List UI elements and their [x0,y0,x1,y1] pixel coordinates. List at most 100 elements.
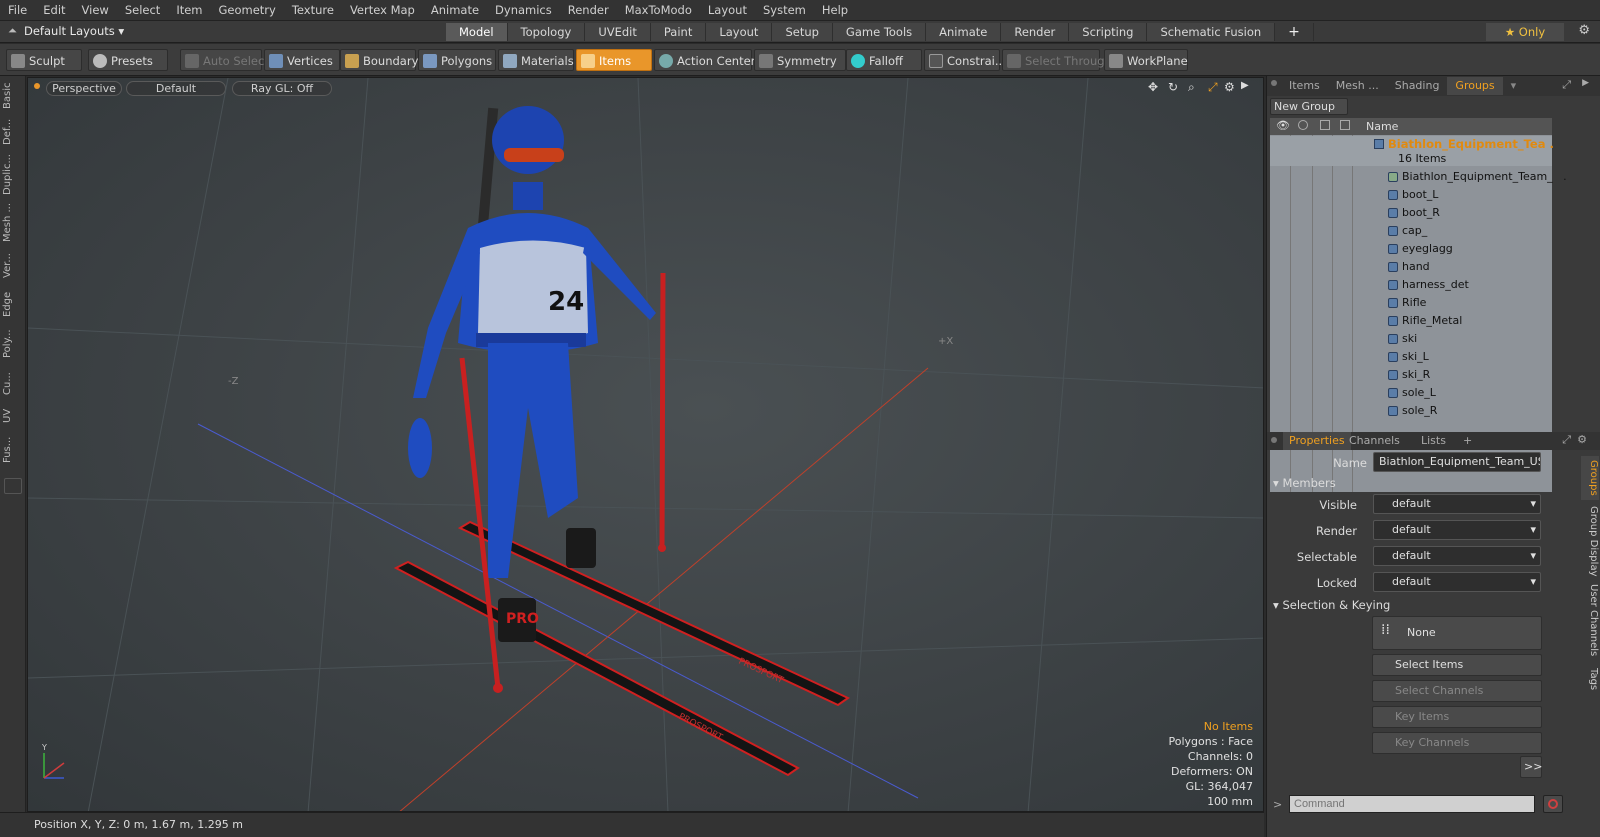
ltab-uv[interactable]: UV [2,404,24,428]
menu-select[interactable]: Select [117,3,168,17]
command-record-button[interactable] [1543,795,1563,813]
menu-view[interactable]: View [74,3,117,17]
member-row[interactable]: boot_R [1270,204,1552,222]
add-tab-icon[interactable]: + [1463,432,1472,450]
tabs-dropdown-icon[interactable]: ▾ [1503,77,1525,95]
menu-animate[interactable]: Animate [423,3,487,17]
key-items-button[interactable]: Key Items [1372,706,1542,728]
member-row[interactable]: Rifle_Metal [1270,312,1552,330]
vtab-group-display[interactable]: Group Display [1581,504,1599,578]
menu-vertex-map[interactable]: Vertex Map [342,3,423,17]
tab-mesh[interactable]: Mesh ... [1328,77,1387,95]
ltab-fusion[interactable]: Fus... [2,432,24,468]
menu-help[interactable]: Help [814,3,856,17]
member-row[interactable]: Rifle [1270,294,1552,312]
items-button[interactable]: Items [576,49,652,71]
ltab-edge[interactable]: Edge [2,288,24,320]
ltab-poly[interactable]: Poly... [2,324,24,364]
selection-none-button[interactable]: ⁞⁞ None [1372,616,1542,650]
menu-render[interactable]: Render [560,3,617,17]
selection-keying-section[interactable]: ▾ Selection & Keying [1273,598,1390,612]
presets-button[interactable]: Presets [88,49,168,71]
menu-geometry[interactable]: Geometry [211,3,284,17]
tab-game-tools[interactable]: Game Tools [832,23,927,41]
select-column-icon[interactable] [1320,120,1330,130]
action-center-button[interactable]: Action Center [654,49,755,71]
symmetry-button[interactable]: Symmetry [754,49,846,71]
members-section[interactable]: ▾ Members [1273,476,1336,490]
falloff-button[interactable]: Falloff [846,49,922,71]
member-row[interactable]: ski [1270,330,1552,348]
member-row[interactable]: Biathlon_Equipment_Team_ ... [1270,168,1567,186]
panel-menu-arrow-icon[interactable]: ▶ [1582,78,1589,88]
member-row[interactable]: eyeglagg [1270,240,1552,258]
tab-topology[interactable]: Topology [507,23,586,41]
menu-file[interactable]: File [0,3,35,17]
key-channels-button[interactable]: Key Channels [1372,732,1542,754]
constraints-button[interactable]: Constrai... [924,49,1006,71]
tab-properties[interactable]: Properties [1283,432,1351,450]
member-row[interactable]: cap_ [1270,222,1552,240]
ltab-duplicate[interactable]: Duplic... [2,154,24,196]
expand-icon[interactable]: ⤢ [1562,433,1571,447]
ltab-mesh[interactable]: Mesh ... [2,200,24,244]
ltab-basic[interactable]: Basic [2,82,24,110]
vtab-user-channels[interactable]: User Channels [1581,582,1599,658]
member-row[interactable]: sole_R [1270,402,1552,420]
member-row[interactable]: ski_R [1270,366,1552,384]
member-row[interactable]: boot_L [1270,186,1552,204]
render-dropdown[interactable]: default ▾ [1373,520,1541,540]
tab-paint[interactable]: Paint [650,23,707,41]
vtab-groups[interactable]: Groups [1581,456,1599,500]
only-toggle[interactable]: ★ Only [1486,23,1564,41]
layout-selector[interactable]: Default Layouts ▾ [24,24,124,40]
boundary-button[interactable]: Boundary [340,49,418,71]
tab-render[interactable]: Render [1001,23,1070,41]
member-row[interactable]: sole_L [1270,384,1552,402]
sculpt-button[interactable]: Sculpt [6,49,82,71]
group-row[interactable]: Biathlon_Equipment_Tea ... 16 Items [1270,136,1563,166]
tab-schematic-fusion[interactable]: Schematic Fusion [1147,23,1276,41]
new-group-button[interactable]: New Group [1270,98,1348,115]
menu-layout[interactable]: Layout [700,3,755,17]
menu-maxtomodo[interactable]: MaxToModo [617,3,700,17]
vtab-tags[interactable]: Tags [1581,664,1599,694]
member-row[interactable]: harness_det [1270,276,1552,294]
select-channels-button[interactable]: Select Channels [1372,680,1542,702]
tab-shading[interactable]: Shading [1387,77,1448,95]
selectable-dropdown[interactable]: default ▾ [1373,546,1541,566]
auto-select-button[interactable]: Auto Select [180,49,269,71]
menu-texture[interactable]: Texture [284,3,342,17]
add-tab-icon[interactable]: + [1275,23,1314,41]
tab-setup[interactable]: Setup [772,23,833,41]
menu-system[interactable]: System [755,3,814,17]
gear-icon[interactable]: ⚙ [1578,23,1590,38]
select-items-button[interactable]: Select Items [1372,654,1542,676]
gear-icon[interactable]: ⚙ [1577,433,1587,446]
locked-dropdown[interactable]: default ▾ [1373,572,1541,592]
tab-animate[interactable]: Animate [926,23,1002,41]
name-column-header[interactable]: Name [1366,120,1398,133]
layout-collapse-icon[interactable]: ⏶ [8,24,17,38]
tab-layout[interactable]: Layout [706,23,773,41]
tab-scripting[interactable]: Scripting [1069,23,1148,41]
member-row[interactable]: hand [1270,258,1552,276]
ltab-curve[interactable]: Cu... [2,368,24,400]
polygons-button[interactable]: Polygons [418,49,496,71]
menu-dynamics[interactable]: Dynamics [487,3,560,17]
materials-button[interactable]: Materials [498,49,574,71]
lock-column-icon[interactable] [1340,120,1350,130]
tab-items[interactable]: Items [1281,77,1328,95]
ltab-def[interactable]: Def... [2,114,24,150]
visible-dropdown[interactable]: default ▾ [1373,494,1541,514]
tab-groups[interactable]: Groups [1447,77,1503,95]
ltab-extra-button[interactable] [4,478,22,494]
member-row[interactable]: ski_L [1270,348,1552,366]
3d-viewport[interactable]: Perspective Default Ray GL: Off ✥ ↻ ⌕ ⤢ … [27,77,1264,812]
select-through-button[interactable]: Select Through [1002,49,1112,71]
tab-model[interactable]: Model [446,23,508,41]
visibility-column-icon[interactable]: 👁 [1276,119,1290,132]
tab-uvedit[interactable]: UVEdit [585,23,651,41]
menu-item[interactable]: Item [168,3,210,17]
command-input[interactable] [1289,795,1535,813]
